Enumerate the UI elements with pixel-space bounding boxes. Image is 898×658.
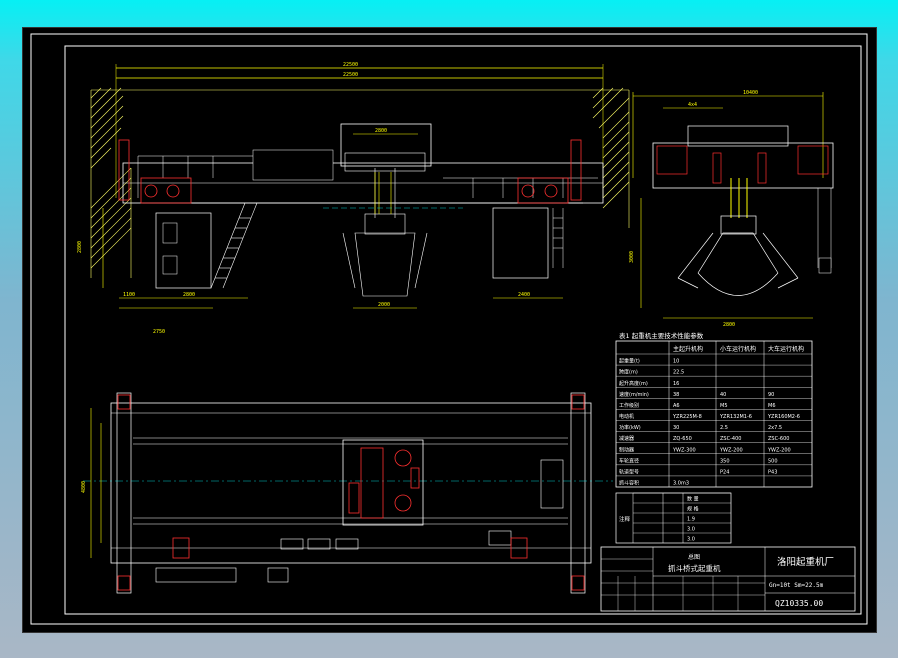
- table-cell: 轨道型号: [619, 468, 639, 475]
- table-cell: 38: [673, 392, 679, 398]
- title-drawing-name: 抓斗桥式起重机: [668, 563, 721, 573]
- table-cell: M6: [768, 403, 776, 409]
- table-cell: 跨度(m): [619, 369, 638, 376]
- table-cell: YZR132M1-6: [719, 414, 752, 420]
- table-head-2: 小车运行机构: [720, 345, 756, 353]
- table-cell: 2x7.5: [768, 425, 782, 431]
- table-cell: ZSC-400: [720, 436, 741, 442]
- table-cell: 工作级别: [619, 402, 639, 409]
- table-cell: M5: [720, 403, 728, 409]
- table-cell: YWZ-300: [672, 447, 696, 453]
- front-elevation: 22500 22500 2800 2000 1100 2800 2750 280…: [77, 62, 630, 335]
- dim-grab: 2000: [378, 302, 390, 308]
- table-cell: 速度(m/min): [619, 391, 649, 398]
- table-cell: 90: [768, 392, 774, 398]
- table-cell: 车轮直径: [619, 457, 639, 464]
- title-block: 总图 抓斗桥式起重机 洛阳起重机厂 Gn=10t Sm=22.5m QZ1033…: [600, 546, 856, 612]
- table-cell: ZSC-600: [768, 436, 789, 442]
- title-company: 洛阳起重机厂: [777, 556, 834, 568]
- table-cell: 2.5: [720, 425, 728, 431]
- table-cell: 16: [673, 381, 679, 387]
- table-cell: 抓斗容积: [619, 480, 639, 487]
- table-cell: 功率(kW): [619, 424, 641, 431]
- dim-right-w: 2400: [518, 292, 530, 298]
- table-cell: 40: [720, 392, 726, 398]
- title-drawing-no: QZ10335.00: [775, 599, 823, 608]
- title-spec: Gn=10t Sm=22.5m: [769, 582, 824, 589]
- table-cell: ZQ-650: [673, 436, 692, 442]
- dim-side-h: 3000: [629, 251, 635, 263]
- table-cell: 500: [768, 458, 778, 464]
- sub-table: 注释 数 量规 格 1.9 3.0 3.0: [615, 492, 732, 544]
- dim-top-span-1: 22500: [343, 62, 358, 68]
- title-project: 总图: [688, 553, 700, 561]
- dim-top-span-2: 22500: [343, 72, 358, 78]
- table-cell: YZR225M-8: [672, 414, 702, 420]
- table-cell: 起升高度(m): [619, 380, 648, 387]
- table-head-1: 主起升机构: [673, 345, 703, 353]
- table-cell: YWZ-200: [767, 447, 791, 453]
- tech-table: 表1 起重机主要技术性能参数 主起升机构 小车运行机构 大车运行机构 起重量(t…: [615, 331, 813, 488]
- table-cell: YWZ-200: [719, 447, 743, 453]
- dim-cab-1: 1100: [123, 292, 135, 298]
- dim-trolley: 2800: [375, 128, 387, 134]
- dim-cab-2: 2800: [183, 292, 195, 298]
- table-cell: 起重量(t): [619, 358, 640, 365]
- table-cell: A6: [673, 403, 680, 409]
- dim-side-gauge: 4x4: [688, 102, 697, 108]
- table-cell: 10: [673, 359, 679, 365]
- table-cell: 30: [673, 425, 679, 431]
- side-elevation: 10400 4x4 3000 2800: [629, 90, 834, 328]
- table-cell: P43: [768, 469, 777, 475]
- plan-view: 4800: [81, 392, 613, 594]
- table-title: 表1 起重机主要技术性能参数: [619, 331, 704, 340]
- sub-table-cell: 规 格: [687, 506, 699, 513]
- dim-left-h: 2800: [77, 241, 83, 253]
- table-cell: YZR160M2-6: [767, 414, 800, 420]
- table-cell: 350: [720, 458, 730, 464]
- sub-table-cell: 1.9: [687, 517, 695, 523]
- table-cell: 制动器: [619, 446, 634, 453]
- table-cell: 3.0m3: [673, 481, 689, 487]
- drawing-frame: 22500 22500 2800 2000 1100 2800 2750 280…: [22, 27, 877, 633]
- table-rows: 起重量(t) 10 跨度(m) 22.5 起升高度(m) 16 速度(m/min) 38 40 9…: [616, 353, 812, 487]
- table-cell: 减速器: [619, 435, 634, 442]
- dim-cab-3: 2750: [153, 329, 165, 335]
- dim-plan-left: 4800: [81, 481, 87, 493]
- table-cell: P24: [720, 469, 729, 475]
- sub-table-rows: 数 量规 格 1.9 3.0 3.0: [633, 492, 731, 543]
- sub-table-cell: 数 量: [687, 496, 699, 503]
- dim-side-top: 10400: [743, 90, 758, 96]
- table-cell: 电动机: [619, 413, 634, 420]
- inner-border: [64, 45, 862, 615]
- sub-table-cell: 3.0: [687, 537, 695, 543]
- dim-side-bottom: 2800: [723, 322, 735, 328]
- table-cell: 22.5: [673, 370, 684, 376]
- sub-table-side-label: 注释: [619, 515, 631, 523]
- table-head-3: 大车运行机构: [768, 345, 804, 353]
- cad-drawing: 22500 22500 2800 2000 1100 2800 2750 280…: [30, 33, 868, 625]
- sub-table-cell: 3.0: [687, 527, 695, 533]
